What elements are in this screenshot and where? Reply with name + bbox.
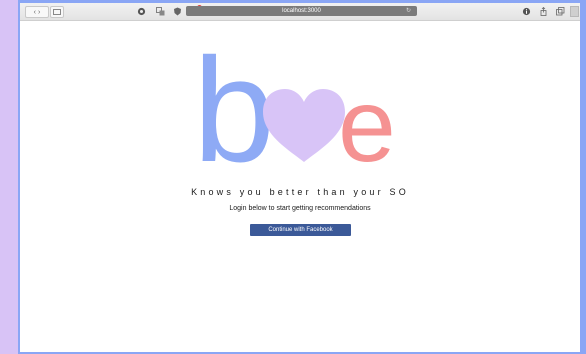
continue-with-facebook-button[interactable]: Continue with Facebook bbox=[250, 224, 351, 236]
logo-letter-e: e bbox=[338, 68, 396, 163]
extension-circle-icon[interactable] bbox=[136, 6, 146, 16]
boe-logo: b e bbox=[193, 51, 396, 163]
forward-icon[interactable]: › bbox=[38, 9, 40, 16]
share-icon[interactable] bbox=[538, 6, 548, 16]
browser-toolbar: ‹ › 1 localhost:3000 ↻ bbox=[20, 3, 580, 21]
page-content: b e Knows you better than your SO Login … bbox=[20, 21, 580, 352]
browser-window: ‹ › 1 localhost:3000 ↻ bbox=[20, 3, 580, 352]
login-subtitle: Login below to start getting recommendat… bbox=[229, 205, 371, 212]
address-text: localhost:3000 bbox=[282, 8, 321, 14]
reload-icon[interactable]: ↻ bbox=[406, 7, 411, 14]
shield-extension-icon[interactable] bbox=[172, 6, 182, 16]
back-icon[interactable]: ‹ bbox=[34, 9, 36, 16]
sidebar-icon bbox=[53, 9, 61, 15]
sidebar-toggle-button[interactable] bbox=[50, 6, 64, 18]
logo-letter-b: b bbox=[193, 51, 275, 163]
translate-icon[interactable] bbox=[155, 6, 165, 16]
address-bar[interactable]: localhost:3000 ↻ bbox=[186, 6, 417, 16]
back-forward-buttons[interactable]: ‹ › bbox=[25, 6, 49, 18]
tagline: Knows you better than your SO bbox=[191, 187, 409, 197]
tabs-overview-icon[interactable] bbox=[555, 6, 565, 16]
window-frame: ‹ › 1 localhost:3000 ↻ bbox=[18, 0, 586, 354]
new-tab-button[interactable] bbox=[570, 6, 579, 17]
info-icon[interactable] bbox=[521, 6, 531, 16]
